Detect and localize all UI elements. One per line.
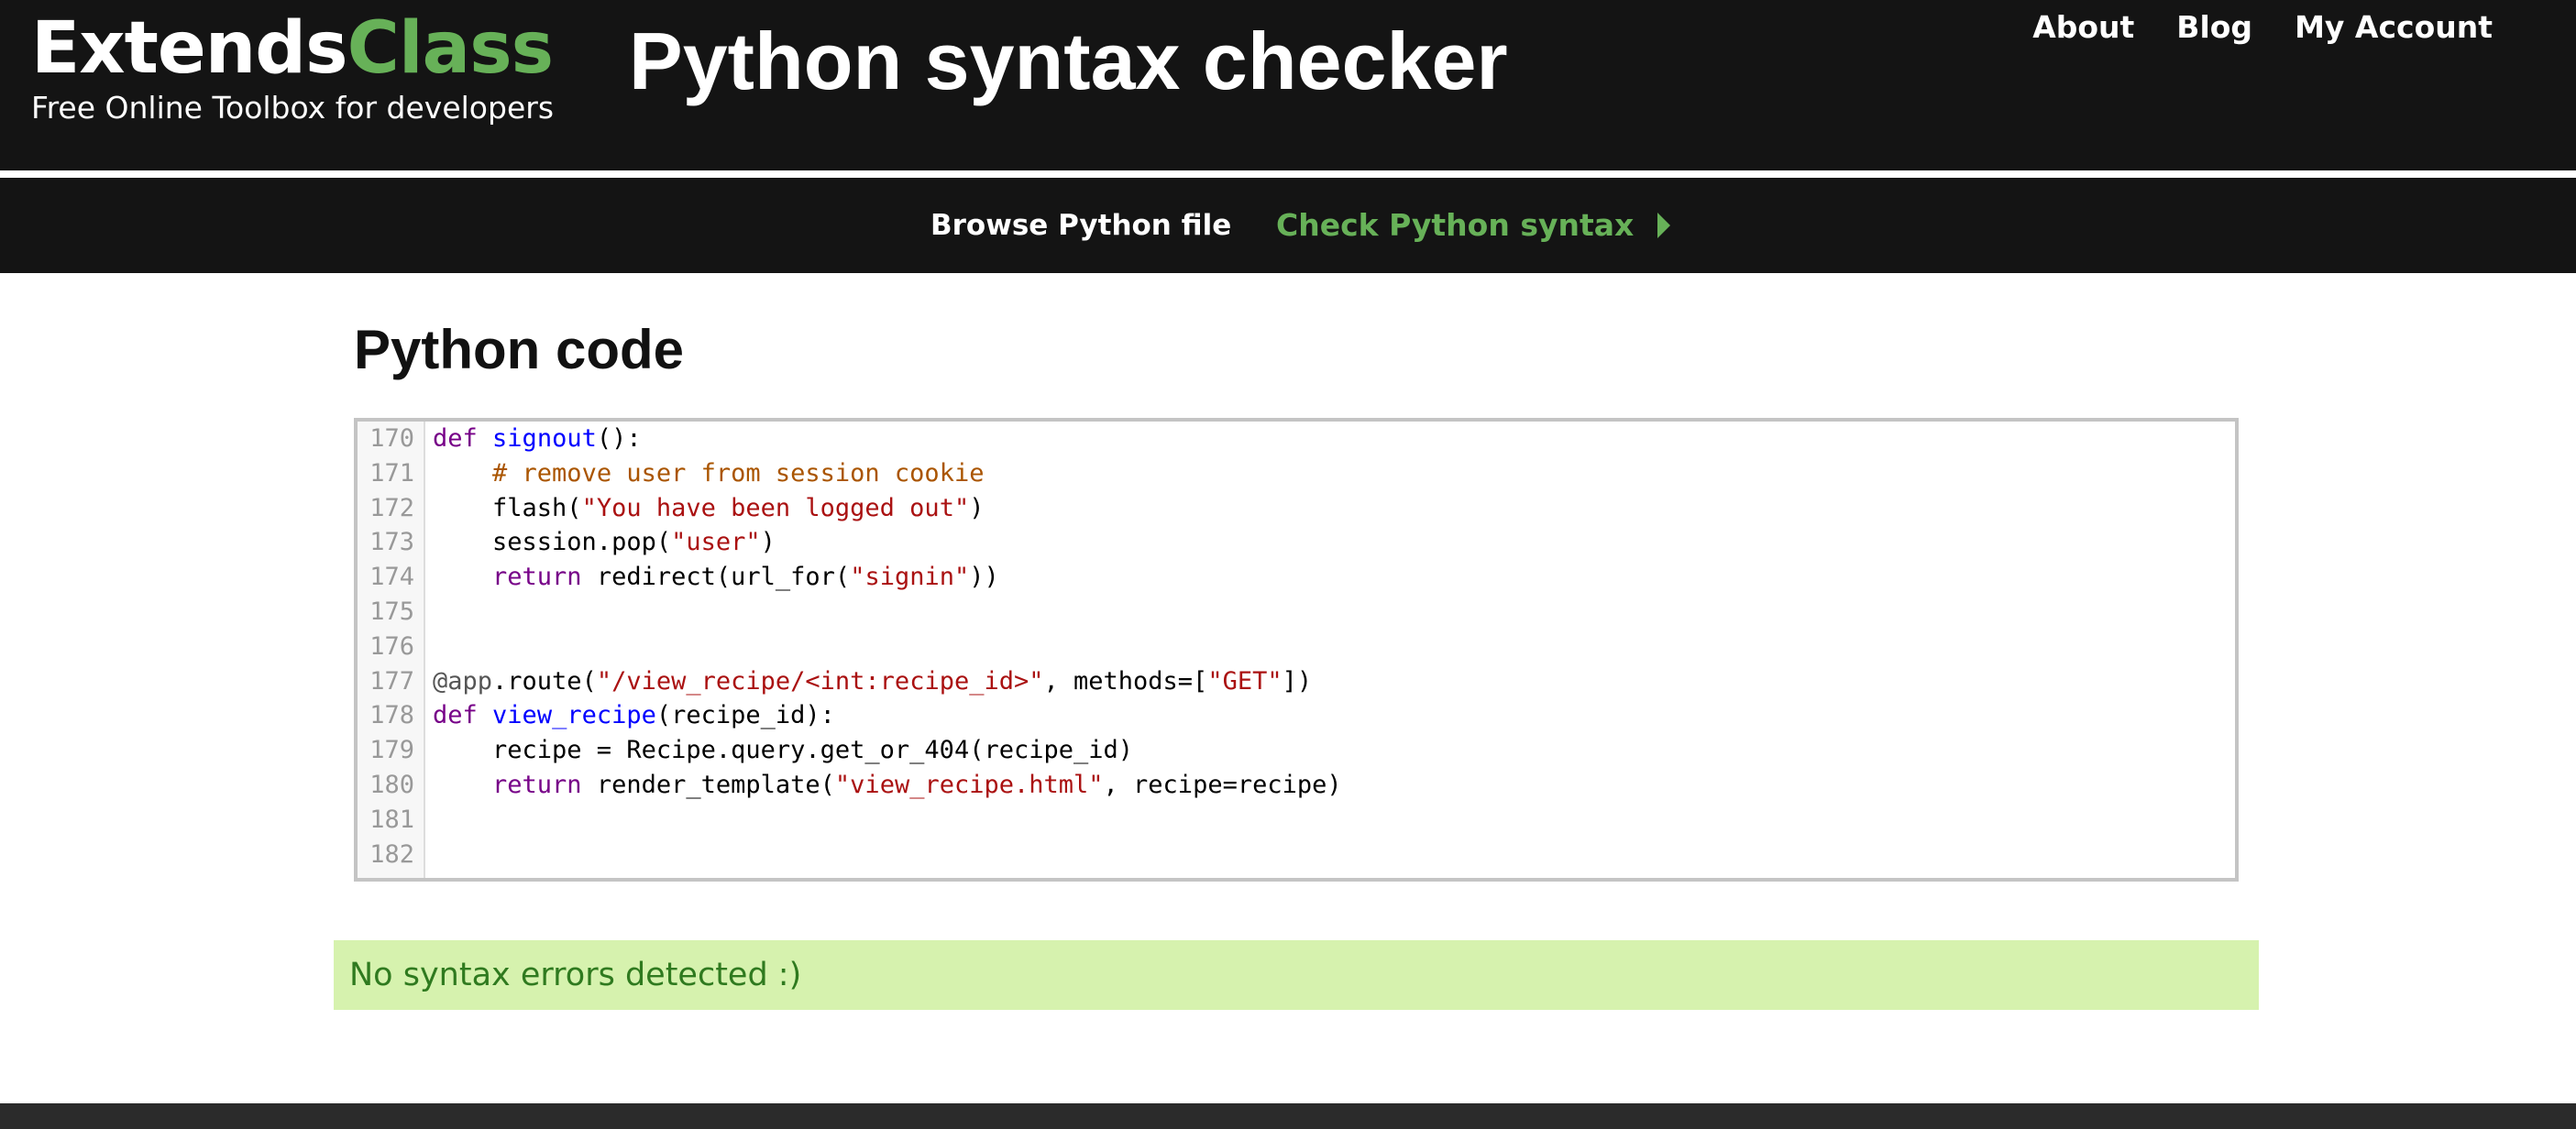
line-number: 172: [369, 493, 414, 522]
code-token: ]): [1282, 666, 1313, 696]
nav-about-link[interactable]: About: [2032, 5, 2134, 49]
line-number: 181: [369, 805, 414, 834]
code-token: ():: [596, 424, 642, 453]
code-token: return: [492, 770, 582, 799]
code-line: 172 flash("You have been logged out"): [358, 491, 2235, 526]
line-number: 174: [369, 563, 414, 592]
code-token: "GET": [1207, 666, 1282, 696]
code-text: # remove user from session cookie: [433, 456, 984, 491]
syntax-result-message: No syntax errors detected :): [334, 940, 2259, 1010]
browse-python-file-button[interactable]: Browse Python file: [930, 205, 1231, 246]
code-token: (recipe_id):: [655, 701, 835, 730]
code-text: return redirect(url_for("signin")): [433, 560, 999, 595]
site-logo[interactable]: ExtendsClass Free Online Toolbox for dev…: [31, 7, 554, 126]
code-line: 177 @app.route("/view_recipe/<int:recipe_…: [358, 664, 2235, 699]
code-token: signout: [492, 424, 597, 453]
code-token: view_recipe: [492, 701, 656, 730]
code-line: 179 recipe = Recipe.query.get_or_404(rec…: [358, 733, 2235, 768]
code-token: def: [433, 701, 478, 730]
code-line: 171 # remove user from session cookie: [358, 456, 2235, 491]
nav-my-account-link[interactable]: My Account: [2295, 5, 2493, 49]
line-number: 170: [369, 424, 414, 453]
code-token: def: [433, 424, 478, 453]
line-number: 175: [369, 597, 414, 626]
code-text: @app.route("/view_recipe/<int:recipe_id>…: [433, 664, 1312, 699]
code-token: session.pop(: [433, 528, 672, 557]
brand-name-part1: Extends: [31, 7, 348, 90]
top-nav: About Blog My Account: [2032, 5, 2493, 49]
code-line: 182: [358, 838, 2235, 872]
code-token: # remove user from session cookie: [492, 458, 985, 488]
code-token: , methods=[: [1043, 666, 1208, 696]
site-header: ExtendsClass Free Online Toolbox for dev…: [0, 0, 2576, 174]
code-token: )): [969, 563, 999, 592]
code-token: recipe = Recipe.query.get_or_404(recipe_…: [433, 736, 1134, 765]
code-token: redirect(url_for(: [581, 563, 851, 592]
code-token: ): [969, 493, 985, 522]
code-token: @app: [433, 666, 493, 696]
code-token: .route(: [492, 666, 597, 696]
code-text: flash("You have been logged out"): [433, 491, 984, 526]
code-token: render_template(: [581, 770, 835, 799]
brand-tagline: Free Online Toolbox for developers: [31, 90, 555, 126]
site-footer: [0, 1103, 2576, 1129]
code-line: 180 return render_template("view_recipe.…: [358, 768, 2235, 803]
code-line: 175: [358, 595, 2235, 630]
tool-subnav: Browse Python file Check Python syntax: [0, 178, 2576, 273]
check-python-syntax-label: Check Python syntax: [1276, 207, 1635, 243]
code-line: 181: [358, 803, 2235, 838]
code-line: 173 session.pop("user"): [358, 525, 2235, 560]
check-python-syntax-button[interactable]: Check Python syntax: [1276, 205, 1671, 246]
brand-name: ExtendsClass: [31, 7, 554, 90]
code-line: 178 def view_recipe(recipe_id):: [358, 698, 2235, 733]
code-text: session.pop("user"): [433, 525, 776, 560]
code-line: 170 def signout():: [358, 422, 2235, 456]
line-number: 173: [369, 528, 414, 557]
nav-blog-link[interactable]: Blog: [2176, 5, 2252, 49]
line-number: 176: [369, 631, 414, 661]
code-text: def signout():: [433, 422, 642, 456]
code-line: 176: [358, 630, 2235, 664]
section-title: Python code: [354, 319, 685, 380]
line-number: 178: [369, 701, 414, 730]
code-token: , recipe=recipe): [1103, 770, 1342, 799]
line-number: 180: [369, 770, 414, 799]
code-token: flash(: [433, 493, 582, 522]
code-token: return: [492, 563, 582, 592]
code-text: recipe = Recipe.query.get_or_404(recipe_…: [433, 733, 1133, 768]
code-text: def view_recipe(recipe_id):: [433, 698, 835, 733]
line-number: 177: [369, 666, 414, 696]
page-title: Python syntax checker: [629, 16, 1508, 106]
code-token: "signin": [850, 563, 970, 592]
play-arrow-icon: [1657, 213, 1671, 238]
line-number: 171: [369, 458, 414, 488]
code-line: 174 return redirect(url_for("signin")): [358, 560, 2235, 595]
code-text: return render_template("view_recipe.html…: [433, 768, 1342, 803]
code-token: "view_recipe.html": [834, 770, 1104, 799]
code-lines: 170 def signout(): 171 # remove user from …: [358, 422, 2235, 871]
line-number: 179: [369, 736, 414, 765]
code-token: "/view_recipe/<int:recipe_id>": [596, 666, 1044, 696]
brand-name-part2: Class: [347, 7, 554, 90]
code-token: "user": [671, 528, 761, 557]
code-editor[interactable]: 170 def signout(): 171 # remove user from …: [354, 418, 2239, 882]
line-number: 182: [369, 839, 414, 869]
code-token: ): [760, 528, 776, 557]
code-token: "You have been logged out": [581, 493, 970, 522]
